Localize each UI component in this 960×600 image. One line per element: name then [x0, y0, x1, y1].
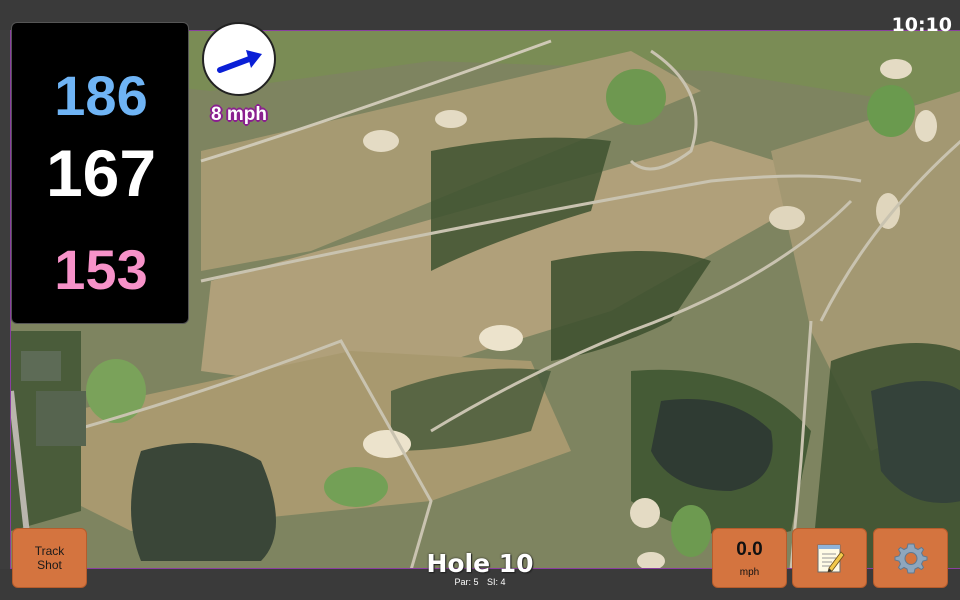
notepad-icon: [817, 544, 845, 573]
wind-indicator: [202, 22, 276, 96]
hole-details: Par: 5 SI: 4: [400, 577, 560, 587]
gear-icon: [894, 543, 927, 574]
notes-button[interactable]: [792, 528, 867, 588]
track-shot-label-line1: Track: [34, 544, 65, 558]
track-shot-button[interactable]: Track Shot: [12, 528, 87, 588]
settings-button[interactable]: [873, 528, 948, 588]
back-distance: 186: [54, 64, 148, 127]
speed-button[interactable]: 0.0 mph: [712, 528, 787, 588]
stroke-index-label: SI: 4: [487, 577, 506, 587]
par-label: Par: 5: [454, 577, 479, 587]
wind-arrow-icon: [217, 50, 262, 73]
track-shot-label-line2: Shot: [37, 558, 62, 572]
clock: 10:10: [891, 14, 952, 36]
distance-panel: 186 167 153: [11, 22, 189, 324]
middle-distance: 167: [45, 136, 157, 210]
speed-unit: mph: [739, 566, 760, 578]
wind-speed-label: 8 mph: [211, 104, 267, 125]
speed-value: 0.0: [736, 538, 763, 560]
front-distance: 153: [54, 238, 148, 301]
hole-title: Hole 10: [426, 549, 534, 578]
